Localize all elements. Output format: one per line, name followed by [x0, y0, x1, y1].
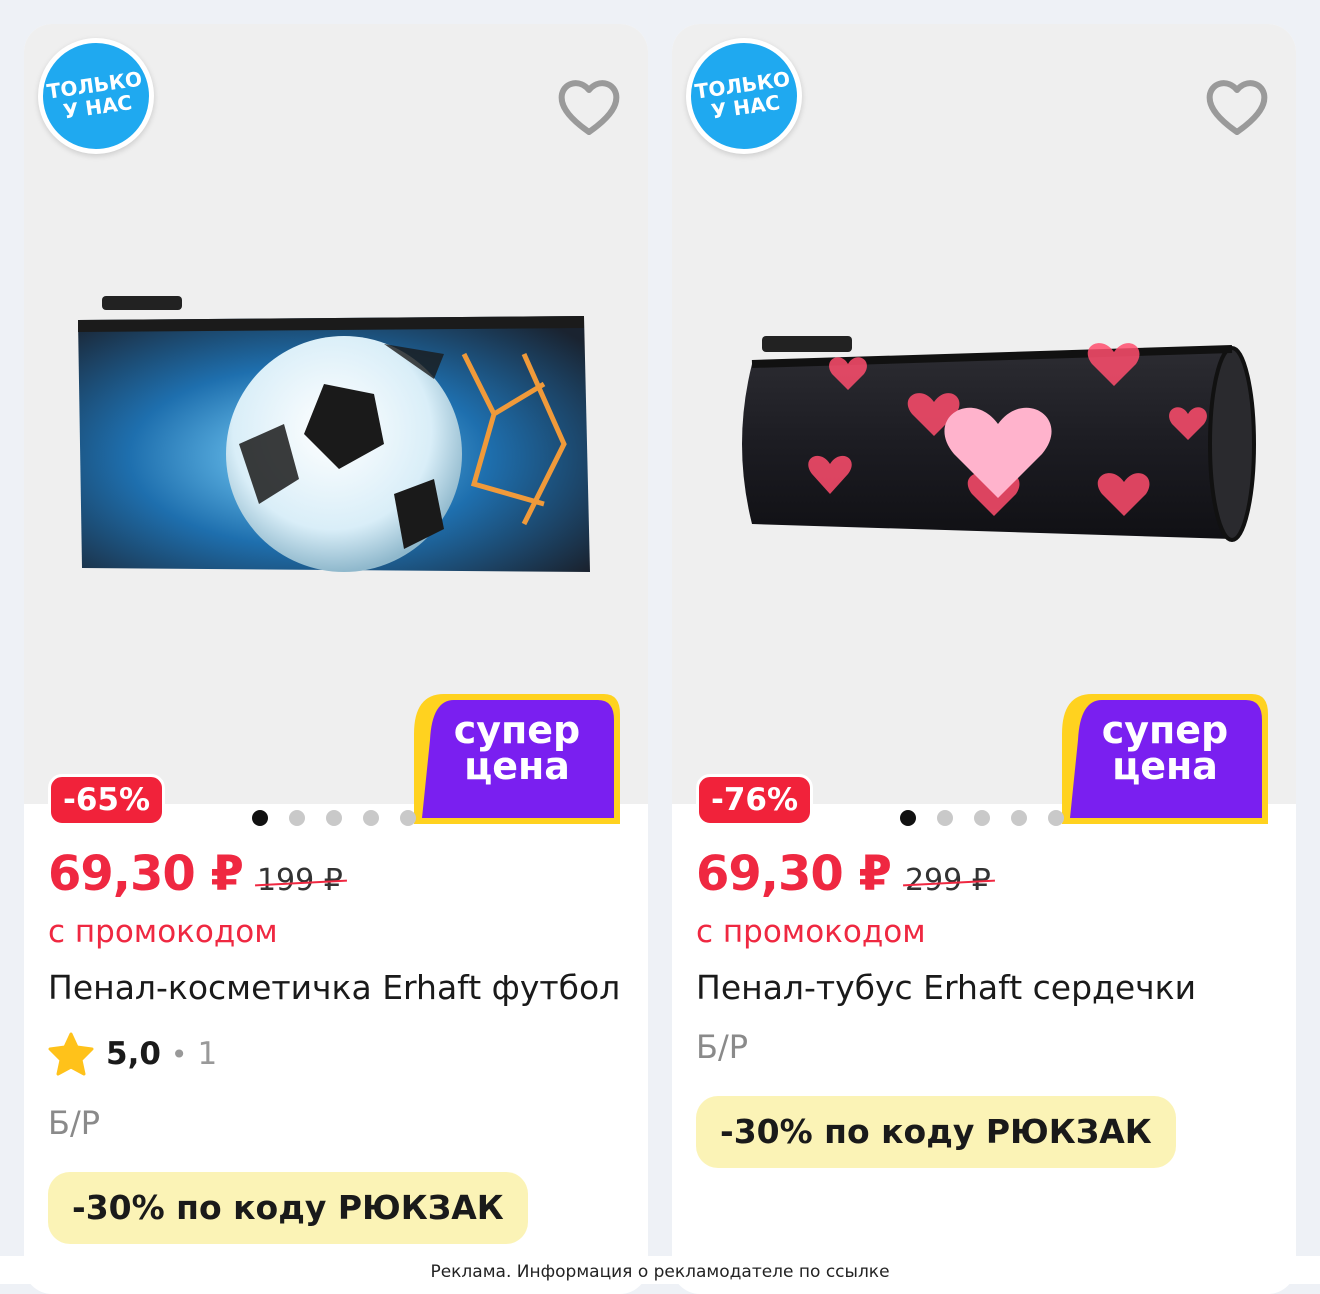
favorite-heart-icon[interactable] — [1204, 76, 1270, 138]
current-price: 69,30 ₽ — [696, 846, 892, 902]
carousel-dot[interactable] — [1048, 810, 1064, 826]
product-title[interactable]: Пенал-косметичка Erhaft футбол — [48, 968, 620, 1007]
carousel-dot[interactable] — [937, 810, 953, 826]
carousel-dot[interactable] — [363, 810, 379, 826]
carousel-dot[interactable] — [326, 810, 342, 826]
product-image-area[interactable]: ТОЛЬКО У НАС супер цена — [24, 24, 648, 824]
super-price-badge — [414, 694, 620, 824]
product-title[interactable]: Пенал-тубус Erhaft сердечки — [696, 968, 1196, 1007]
discount-badge: -76% — [696, 774, 814, 826]
old-price: 299 ₽ — [904, 863, 991, 898]
product-card[interactable]: ТОЛЬКО У НАС супер цена -76% 69,30 ₽ 299… — [672, 24, 1296, 1294]
ad-notice[interactable]: Реклама. Информация о рекламодателе по с… — [0, 1262, 1320, 1282]
favorite-heart-icon[interactable] — [556, 76, 622, 138]
image-carousel-dots[interactable] — [252, 810, 416, 826]
promo-code-chip[interactable]: -30% по коду РЮКЗАК — [696, 1096, 1176, 1168]
discount-badge: -65% — [48, 774, 166, 826]
price-row: 69,30 ₽ 299 ₽ — [696, 846, 991, 902]
promo-label: с промокодом — [696, 914, 926, 950]
carousel-dot[interactable] — [1011, 810, 1027, 826]
product-card[interactable]: ТОЛЬКО У НАС супер цена -65% 69,30 ₽ 199… — [24, 24, 648, 1294]
rating-row: 5,0 • 1 — [48, 1032, 217, 1076]
carousel-dot[interactable] — [900, 810, 916, 826]
image-carousel-dots[interactable] — [900, 810, 1064, 826]
carousel-dot[interactable] — [400, 810, 416, 826]
promo-label: с промокодом — [48, 914, 278, 950]
carousel-dot[interactable] — [974, 810, 990, 826]
price-row: 69,30 ₽ 199 ₽ — [48, 846, 343, 902]
rating-separator: • — [170, 1037, 188, 1071]
super-price-badge — [1062, 694, 1268, 824]
brand-label: Б/Р — [696, 1028, 749, 1066]
current-price: 69,30 ₽ — [48, 846, 244, 902]
promo-code-chip[interactable]: -30% по коду РЮКЗАК — [48, 1172, 528, 1244]
star-icon — [48, 1032, 94, 1076]
brand-label: Б/Р — [48, 1104, 101, 1142]
carousel-dot[interactable] — [252, 810, 268, 826]
product-image-area[interactable]: ТОЛЬКО У НАС супер цена — [672, 24, 1296, 824]
review-count: 1 — [197, 1036, 218, 1072]
carousel-dot[interactable] — [289, 810, 305, 826]
rating-value: 5,0 — [106, 1036, 161, 1072]
old-price: 199 ₽ — [256, 863, 343, 898]
